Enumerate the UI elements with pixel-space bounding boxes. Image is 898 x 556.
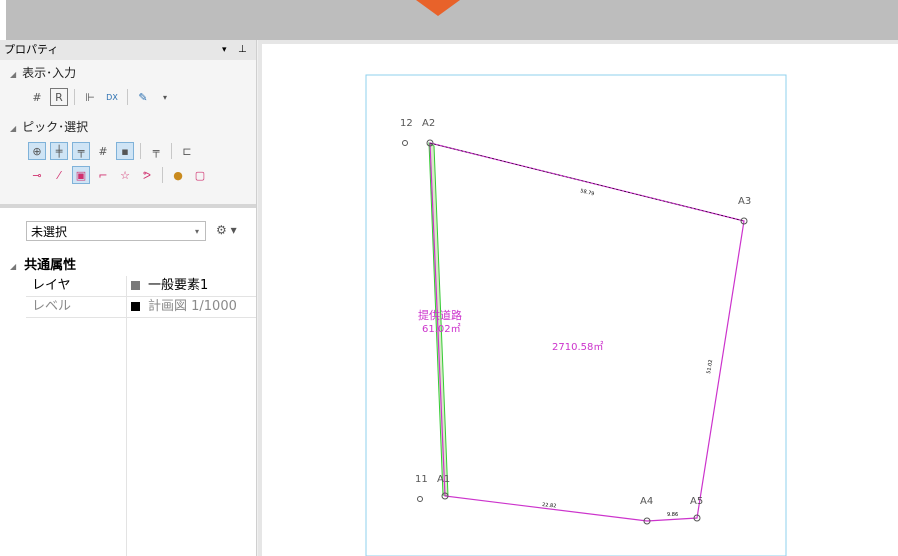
site-plan-drawing[interactable]: 12 A2 A3 11 A1 A4 A5 2710.58㎡ 提供道路 61.02… <box>262 44 898 556</box>
properties-panel: プロパティ ▾ ⊥ ◢ 表示･入力 # R ⊩ DX ✎ ▾ ◢ ピック･選択 ⊕ … <box>0 40 257 556</box>
select-line-icon[interactable]: ⁄ <box>50 166 68 184</box>
select-star-icon[interactable]: ☆ <box>116 166 134 184</box>
select-toolbar: ⊸ ⁄ ▣ ⌐ ☆ ᕗ ● ▢ <box>28 164 209 186</box>
panel-dropdown-icon[interactable]: ▾ <box>222 40 227 60</box>
pick-midpoint-icon[interactable]: ▪ <box>116 142 134 160</box>
property-value: 一般要素1 <box>148 278 209 293</box>
r-icon[interactable]: R <box>50 88 68 106</box>
toolbar-separator <box>162 167 163 183</box>
level-swatch <box>131 302 140 311</box>
dimension-line <box>429 142 745 222</box>
collapse-icon: ◢ <box>10 262 17 271</box>
dim-label-top: 58.79 <box>580 188 595 197</box>
property-key: レベル <box>32 299 72 314</box>
property-row-level[interactable]: レベル 計画図 1/1000 <box>26 297 256 317</box>
drawing-canvas[interactable]: 12 A2 A3 11 A1 A4 A5 2710.58㎡ 提供道路 61.02… <box>262 44 898 556</box>
pick-endpoint-icon[interactable]: ╤ <box>72 142 90 160</box>
title-bar <box>0 0 898 40</box>
label-12: 12 <box>400 118 413 129</box>
pick-toolbar: ⊕ ╪ ╤ # ▪ ╤ ⊏ <box>28 140 196 162</box>
display-toolbar: # R ⊩ DX ✎ ▾ <box>28 86 174 108</box>
select-curve-icon[interactable]: ᕗ <box>138 166 156 184</box>
layer-swatch <box>131 281 140 290</box>
group-title-display-input: 表示･入力 <box>22 66 77 80</box>
label-a5: A5 <box>690 496 703 507</box>
road-label: 提供道路 <box>418 308 462 322</box>
property-column-divider <box>126 296 127 556</box>
chevron-down-icon[interactable]: ▾ <box>156 88 174 106</box>
window-edge <box>0 0 6 40</box>
road-area-label: 61.02㎡ <box>422 323 461 335</box>
property-value: 計画図 1/1000 <box>148 299 237 314</box>
select-frame-icon[interactable]: ▢ <box>191 166 209 184</box>
toolbar-separator <box>74 89 75 105</box>
layer-icon[interactable]: ⊩ <box>81 88 99 106</box>
group-display-input[interactable]: ◢ 表示･入力 <box>10 64 76 81</box>
dxdy-icon[interactable]: DX <box>103 88 121 106</box>
selection-dropdown[interactable]: 未選択 ▾ <box>26 221 206 241</box>
panel-title: プロパティ <box>4 43 59 56</box>
property-row-layer[interactable]: レイヤ 一般要素1 <box>26 276 256 296</box>
label-a2: A2 <box>422 118 435 129</box>
group-title-pick-select: ピック･選択 <box>22 120 89 134</box>
pick-intersection-icon[interactable]: ╪ <box>50 142 68 160</box>
toolbar-separator <box>140 143 141 159</box>
select-rect-icon[interactable]: ▣ <box>72 166 90 184</box>
point-marker-12[interactable] <box>402 140 408 146</box>
pick-grid-icon[interactable]: # <box>94 142 112 160</box>
parcel-outline[interactable] <box>429 142 745 522</box>
select-point-icon[interactable]: ⊸ <box>28 166 46 184</box>
pick-point-icon[interactable]: ⊕ <box>28 142 46 160</box>
property-value-cell[interactable]: 計画図 1/1000 <box>126 297 257 317</box>
area-label: 2710.58㎡ <box>552 341 603 353</box>
tool-area: ◢ 表示･入力 # R ⊩ DX ✎ ▾ ◢ ピック･選択 ⊕ ╪ ╤ # ▪ ╤ … <box>0 60 256 204</box>
property-key: レイヤ <box>32 278 71 293</box>
label-11: 11 <box>415 474 428 485</box>
common-attributes-header[interactable]: ◢ 共通属性 <box>10 254 76 273</box>
property-value-cell[interactable]: 一般要素1 <box>126 276 257 296</box>
selection-value: 未選択 <box>31 225 68 239</box>
row-separator <box>26 317 256 318</box>
drawing-area: 12 A2 A3 11 A1 A4 A5 2710.58㎡ 提供道路 61.02… <box>258 40 898 556</box>
pin-icon[interactable]: ⊥ <box>238 40 247 60</box>
label-a1: A1 <box>437 474 450 485</box>
orange-arrow-indicator <box>416 0 460 16</box>
grid-icon[interactable]: # <box>28 88 46 106</box>
dim-label-bottom2: 9.86 <box>667 512 678 518</box>
section-title: 共通属性 <box>24 258 77 273</box>
toolbar-separator <box>171 143 172 159</box>
chevron-down-icon: ▾ <box>194 227 199 236</box>
filter-settings-icon[interactable]: ⚙ ▾ <box>216 223 237 237</box>
pick-perp-icon[interactable]: ╤ <box>147 142 165 160</box>
collapse-icon: ◢ <box>10 124 17 133</box>
label-a3: A3 <box>738 196 751 207</box>
group-pick-select[interactable]: ◢ ピック･選択 <box>10 118 88 135</box>
toolbar-separator <box>127 89 128 105</box>
point-marker-11[interactable] <box>417 496 423 502</box>
panel-divider[interactable] <box>0 204 256 208</box>
label-a4: A4 <box>640 496 653 507</box>
panel-header: プロパティ ▾ ⊥ <box>0 40 256 60</box>
collapse-icon: ◢ <box>10 70 17 79</box>
pen-icon[interactable]: ✎ <box>134 88 152 106</box>
money-bag-icon[interactable]: ● <box>169 166 187 184</box>
select-corner-icon[interactable]: ⌐ <box>94 166 112 184</box>
dim-label-right: 51.02 <box>706 359 714 374</box>
pick-element-icon[interactable]: ⊏ <box>178 142 196 160</box>
